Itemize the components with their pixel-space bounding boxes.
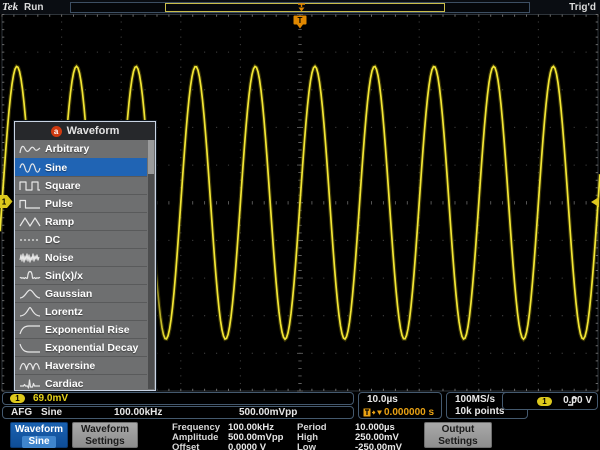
top-status-bar: Tek Run Trig'd [0,0,600,14]
tek-logo: Tek [2,1,18,13]
lorentz-icon [15,306,45,318]
waveform-button-line1: Waveform [11,424,67,436]
pulse-icon [15,198,45,210]
record-length-value: 10k points [455,406,504,417]
svg-text:1: 1 [2,198,7,207]
menu-item-label: DC [45,234,60,246]
svg-text:T: T [298,16,303,25]
waveform-sine-button[interactable]: Waveform Sine [10,422,68,448]
waveform-settings-button[interactable]: Waveform Settings [72,422,138,448]
waveform-settings-line2: Settings [73,436,137,448]
afg-frequency-value: 100.00kHz [114,407,162,419]
noise-icon [15,252,45,264]
menu-item-cardiac[interactable]: Cardiac [15,374,147,392]
menu-item-ramp[interactable]: Ramp [15,212,147,230]
menu-item-sine[interactable]: Sine [15,158,147,176]
trigger-time-icon [363,408,383,417]
sample-rate-value: 100MS/s [455,394,495,405]
menu-item-label: Sine [45,162,67,174]
trigger-level-arrow[interactable] [591,197,599,207]
afg-status-bar[interactable]: AFG Sine 100.00kHz 500.00mVpp [2,406,354,419]
menu-item-label: Noise [45,252,74,264]
menu-item-label: Lorentz [45,306,83,318]
param-label: Low [297,443,316,450]
acquisition-status: Run [24,2,43,13]
menu-item-dc[interactable]: DC [15,230,147,248]
menu-item-pulse[interactable]: Pulse [15,194,147,212]
menu-item-lorentz[interactable]: Lorentz [15,302,147,320]
trigger-level-value: 0.00 V [563,395,592,406]
param-value: -250.00mV [355,443,402,450]
trigger-time-readout: 0.000000 s [363,407,434,418]
menu-item-exponential-decay[interactable]: Exponential Decay [15,338,147,356]
menu-item-label: Haversine [45,360,95,372]
param-value: 0.0000 V [228,443,266,450]
menu-item-label: Exponential Rise [45,324,130,336]
menu-item-label: Exponential Decay [45,342,138,354]
menu-item-label: Ramp [45,216,74,228]
cardiac-icon [15,378,45,390]
menu-item-label: Cardiac [45,378,84,390]
menu-item-noise[interactable]: Noise [15,248,147,266]
trigger-source-badge: 1 [537,397,552,406]
afg-amplitude-value: 500.00mVpp [239,407,297,419]
sine-icon [15,162,45,174]
gaussian-icon [15,288,45,300]
menu-scrollbar[interactable] [148,140,154,389]
waveform-menu: a Waveform Arbitrary Sine Square Pulse Ramp D… [14,121,156,391]
sinc-icon [15,270,45,282]
channel1-badge: 1 [10,394,25,403]
waveform-settings-line1: Waveform [73,424,137,436]
channel1-scale-value: 69.0mV [33,393,68,405]
afg-source-label: AFG [11,407,32,419]
menu-item-arbitrary[interactable]: Arbitrary [15,140,147,158]
waveform-menu-title: Waveform [67,125,120,137]
dc-icon [15,234,45,246]
trigger-position-flag[interactable]: T [293,15,307,29]
menu-item-gaussian[interactable]: Gaussian [15,284,147,302]
channel1-scale-readout[interactable]: 1 69.0mV [2,392,354,405]
exp-rise-icon [15,324,45,336]
trigger-readout-box[interactable]: 1 0.00 V [502,392,598,410]
output-settings-line1: Output [425,424,491,436]
trigger-position-marker-icon[interactable] [297,3,306,12]
menu-item-haversine[interactable]: Haversine [15,356,147,374]
menu-item-sin-x-x[interactable]: Sin(x)/x [15,266,147,284]
horizontal-scale-value: 10.0µs [367,394,398,405]
menu-item-label: Arbitrary [45,143,89,155]
record-view-bar[interactable] [70,2,530,13]
menu-scrollbar-thumb[interactable] [148,140,154,174]
waveform-button-selection: Sine [22,436,55,448]
trigger-state-label: Trig'd [569,2,596,13]
multipurpose-knob-a-icon: a [51,126,62,137]
menu-item-square[interactable]: Square [15,176,147,194]
param-label: Offset [172,443,199,450]
menu-item-label: Sin(x)/x [45,270,83,282]
output-settings-button[interactable]: Output Settings [424,422,492,448]
channel1-reference-marker[interactable]: 1 [0,195,13,208]
square-icon [15,180,45,192]
waveform-menu-header: a Waveform [15,122,155,140]
ramp-icon [15,216,45,228]
afg-waveform-label: Sine [41,407,62,419]
oscilloscope-screen: Tek Run Trig'd T 1 a Waveform Arbitrary S… [0,0,600,450]
exp-decay-icon [15,342,45,354]
menu-item-exponential-rise[interactable]: Exponential Rise [15,320,147,338]
horizontal-readout-box[interactable]: 10.0µs 0.000000 s [358,392,442,419]
haversine-icon [15,360,45,372]
waveform-menu-list: Arbitrary Sine Square Pulse Ramp DC Noise Sin(x… [15,140,147,390]
menu-item-label: Square [45,180,81,192]
menu-item-label: Gaussian [45,288,92,300]
arbitrary-icon [15,143,45,155]
output-settings-line2: Settings [425,436,491,448]
menu-item-label: Pulse [45,198,73,210]
